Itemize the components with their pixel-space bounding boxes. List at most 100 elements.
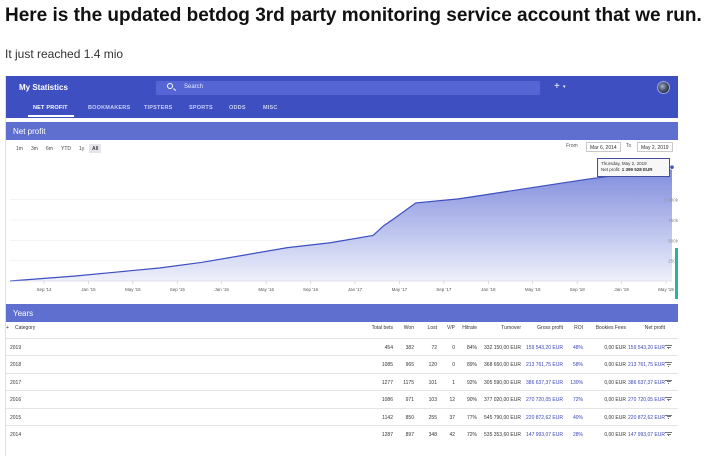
filter-icon[interactable] xyxy=(665,414,672,420)
data-point xyxy=(330,242,331,243)
top-bar: My Statistics Search + ▾ xyxy=(6,76,678,100)
cell-lost: 72 xyxy=(431,345,437,351)
cell-total-bets: 1277 xyxy=(381,379,393,386)
column-header-category[interactable]: Category xyxy=(15,325,35,331)
x-tick-label: Sep '17 xyxy=(436,287,452,292)
data-point xyxy=(372,235,373,236)
column-header-won[interactable]: Won xyxy=(404,325,414,331)
cell-roi: 28% xyxy=(572,432,583,438)
cell-won: 965 xyxy=(405,362,414,369)
tab-bookmakers[interactable]: BOOKMAKERS xyxy=(88,105,130,111)
filter-icon[interactable] xyxy=(665,362,672,367)
table-row[interactable]: 2014 1287 897 348 42 72% 535 353,60 EUR 147 993… xyxy=(6,425,678,442)
table-row[interactable]: 2018 1085 965 120 0 89% 368 650,00 EUR 213 761,… xyxy=(6,355,678,372)
cell-total-bets: 1086 xyxy=(381,397,393,404)
active-tab-indicator xyxy=(28,115,74,117)
table-header: + Category Total bets Won Lost V/P Hitrate Turn… xyxy=(6,325,678,335)
column-header-turnover[interactable]: Turnover xyxy=(501,325,521,331)
x-tick-label: Jan '19 xyxy=(614,287,629,292)
column-header-vp[interactable]: V/P xyxy=(447,325,455,331)
column-header-fees[interactable]: Bookies Fees xyxy=(596,325,626,331)
column-header-hitrate[interactable]: Hitrate xyxy=(462,325,477,331)
main-nav: NET PROFIT BOOKMAKERS TIPSTERS SPORTS OD… xyxy=(6,100,678,118)
cell-total-bets: 1287 xyxy=(381,432,393,438)
data-point xyxy=(159,267,160,268)
cell-net-profit: 159 543,20 EUR xyxy=(628,345,665,351)
range-6m[interactable]: 6m xyxy=(43,144,56,153)
cell-net-profit: 147 993,07 EUR xyxy=(628,432,665,438)
tab-sports[interactable]: SPORTS xyxy=(189,105,213,111)
tab-misc[interactable]: MISC xyxy=(263,105,278,111)
to-label: To xyxy=(626,143,632,149)
net-profit-chart[interactable]: 1 000k750k500k250kSep '14 Jan '15 May '15 S… xyxy=(6,153,678,299)
cell-turnover: 368 650,00 EUR xyxy=(484,362,521,369)
cell-vp: 42 xyxy=(449,432,455,438)
x-tick-label: Sep '14 xyxy=(36,287,52,292)
cell-vp: 0 xyxy=(452,362,455,369)
data-point xyxy=(73,276,74,277)
column-header-gross-profit[interactable]: Gross profit xyxy=(537,325,563,331)
filter-icon[interactable] xyxy=(665,432,672,437)
to-date-input[interactable]: May 2, 2019 xyxy=(637,142,673,152)
cell-hitrate: 89% xyxy=(466,362,477,369)
cell-hitrate: 92% xyxy=(466,379,477,386)
cell-won: 897 xyxy=(405,432,414,438)
cell-category: 2014 xyxy=(10,432,22,438)
cell-hitrate: 77% xyxy=(466,414,477,421)
cell-won: 971 xyxy=(405,397,414,404)
cell-fees: 0,00 EUR xyxy=(604,379,626,386)
cell-net-profit: 270 720,05 EUR xyxy=(628,397,665,404)
x-tick-label: May '18 xyxy=(525,287,541,292)
cell-gross-profit: 159 543,20 EUR xyxy=(526,345,563,351)
from-label: From xyxy=(566,143,578,149)
range-1m[interactable]: 1m xyxy=(13,144,26,153)
data-point xyxy=(287,247,288,248)
range-1y[interactable]: 1y xyxy=(76,144,87,153)
tab-net-profit[interactable]: NET PROFIT xyxy=(33,105,68,111)
column-header-roi[interactable]: ROI xyxy=(574,325,583,331)
cell-net-profit: 220 872,62 EUR xyxy=(628,414,665,421)
cell-lost: 348 xyxy=(428,432,437,438)
cell-category: 2019 xyxy=(10,345,22,351)
post-title: Here is the updated betdog 3rd party mon… xyxy=(5,5,702,26)
filter-icon[interactable] xyxy=(665,379,672,385)
data-point xyxy=(501,192,502,193)
table-row[interactable]: 2016 1086 971 103 12 90% 377 020,00 EUR 270 720… xyxy=(6,390,678,407)
column-header-net-profit[interactable]: Net profit xyxy=(645,325,665,331)
tab-odds[interactable]: ODDS xyxy=(229,105,246,111)
sort-icon[interactable]: + xyxy=(6,325,9,331)
cell-roi: 130% xyxy=(570,379,583,386)
add-icon[interactable]: + xyxy=(554,81,560,93)
chevron-down-icon[interactable]: ▾ xyxy=(563,84,566,90)
from-date-input[interactable]: Mar 6, 2014 xyxy=(586,142,621,152)
cell-turnover: 377 020,00 EUR xyxy=(484,397,521,404)
cell-lost: 103 xyxy=(428,397,437,404)
column-header-total-bets[interactable]: Total bets xyxy=(372,325,393,331)
avatar[interactable] xyxy=(657,81,670,94)
cell-total-bets: 1142 xyxy=(382,414,393,421)
table-row[interactable]: 2017 1277 1175 101 1 92% 305 590,00 EUR 386 637… xyxy=(6,372,678,390)
table-row[interactable]: 2015 1142 850 255 37 77% 545 790,00 EUR 220 872… xyxy=(6,407,678,425)
y-tick-label: 500k xyxy=(668,238,678,243)
filter-icon[interactable] xyxy=(665,345,672,350)
filter-icon[interactable] xyxy=(665,397,672,402)
cell-lost: 101 xyxy=(428,379,437,386)
tab-tipsters[interactable]: TIPSTERS xyxy=(144,105,173,111)
table-row[interactable]: 2019 454 382 72 0 84% 332 150,00 EUR 159 543,20… xyxy=(6,338,678,355)
data-point xyxy=(116,271,117,272)
cell-roi: 40% xyxy=(572,414,583,421)
cell-gross-profit: 213 761,75 EUR xyxy=(526,362,563,369)
y-tick-label: 1 000k xyxy=(664,198,678,203)
cell-lost: 120 xyxy=(428,362,437,369)
search-input[interactable]: Search xyxy=(156,81,540,95)
column-header-lost[interactable]: Lost xyxy=(428,325,437,331)
cell-fees: 0,00 EUR xyxy=(604,414,626,421)
x-tick-label: Jan '15 xyxy=(81,287,96,292)
range-ytd[interactable]: YTD xyxy=(58,144,74,153)
range-3m[interactable]: 3m xyxy=(28,144,41,153)
data-point xyxy=(543,185,544,186)
chart-tooltip: Thursday, May 2, 2019 Net profit: 1 399 … xyxy=(597,158,670,177)
cell-roi: 72% xyxy=(572,397,583,404)
x-tick-label: Sep '15 xyxy=(170,287,186,292)
range-all[interactable]: All xyxy=(89,144,102,153)
